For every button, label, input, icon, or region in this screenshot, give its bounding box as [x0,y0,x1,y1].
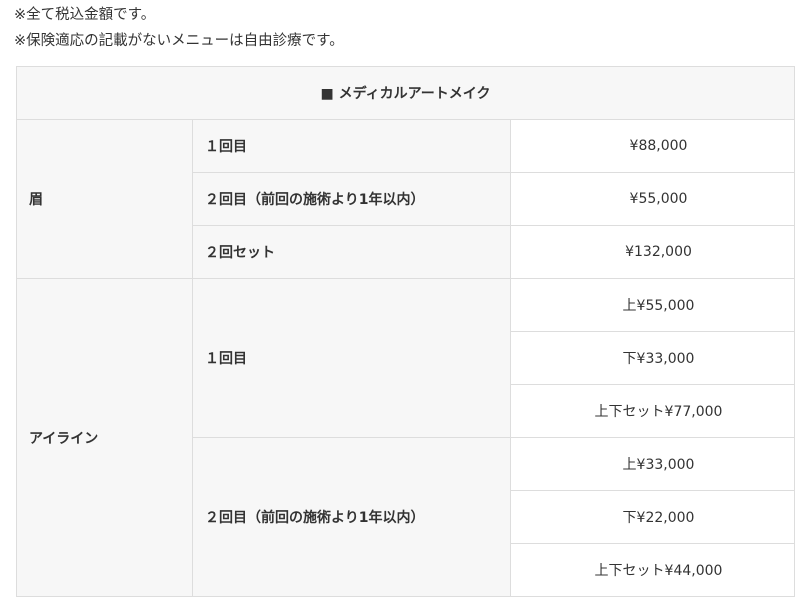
menu-label: １回目 [192,278,511,438]
table-row: アイライン １回目 上¥55,000 [16,278,796,597]
price-table: ■ メディカルアートメイク 眉 １回目 ¥88,000 ２回目（前回の施術より1… [15,66,796,597]
price-value: ¥88,000 [509,119,796,173]
price-value: ¥132,000 [509,225,796,279]
notes: ※全て税込金額です。 ※保険適応の記載がないメニューは自由診療です。 [14,2,344,54]
note-tax-included: ※全て税込金額です。 [14,7,156,23]
menu-label: ２回目（前回の施術より1年以内） [192,437,511,597]
table-row: 眉 １回目 ¥88,000 [16,119,796,279]
category-eyeline: アイライン [16,278,193,597]
price-value: 上下セット¥44,000 [509,543,796,597]
note-free-treatment: ※保険適応の記載がないメニューは自由診療です。 [14,33,344,49]
price-value: 上¥55,000 [509,278,796,332]
menu-label: ２回目（前回の施術より1年以内） [192,172,511,226]
price-value: 下¥33,000 [509,331,796,385]
category-eyebrow: 眉 [16,119,193,279]
price-value: ¥55,000 [509,172,796,226]
menu-label: １回目 [192,119,511,173]
price-value: 上¥33,000 [509,437,796,491]
price-value: 下¥22,000 [509,490,796,544]
table-header: ■ メディカルアートメイク [15,66,796,120]
price-value: 上下セット¥77,000 [509,384,796,438]
menu-label: ２回セット [192,225,511,279]
